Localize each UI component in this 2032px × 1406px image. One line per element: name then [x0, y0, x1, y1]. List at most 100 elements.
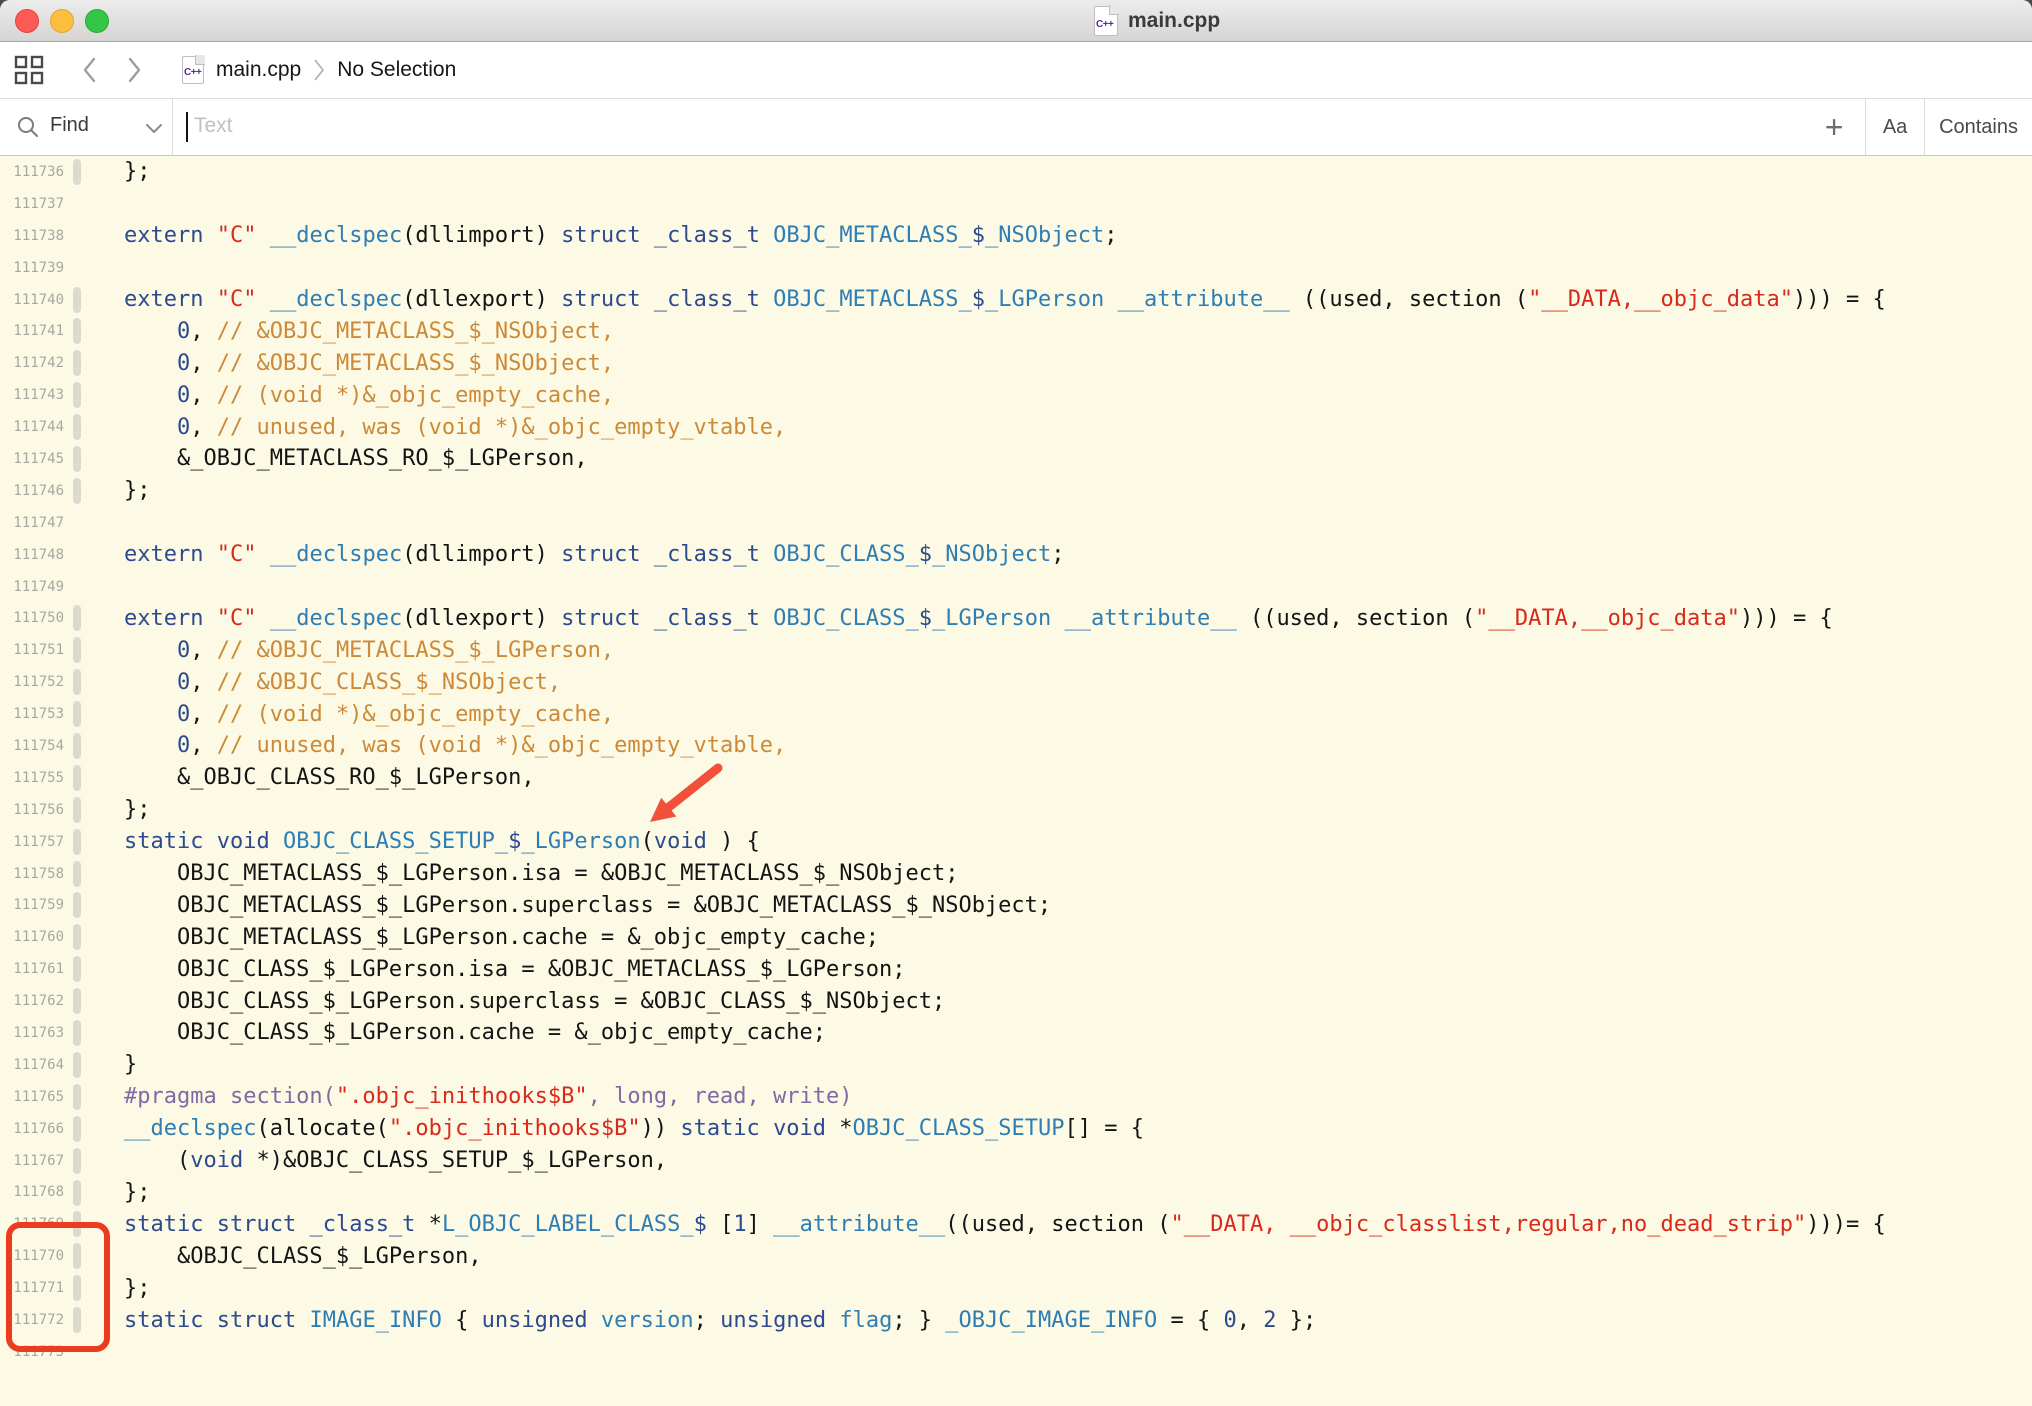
line-number: 111764 — [0, 1057, 64, 1073]
code-text: 0, // (void *)&_objc_empty_cache, — [124, 702, 614, 727]
line-number: 111768 — [0, 1184, 64, 1200]
gutter — [64, 953, 124, 985]
gutter — [64, 379, 124, 411]
code-text: }; — [124, 478, 151, 503]
code-line: 111766__declspec(allocate(".objc_inithoo… — [0, 1113, 2032, 1145]
chevron-down-icon[interactable] — [145, 123, 163, 134]
breadcrumb-file[interactable]: main.cpp — [216, 58, 301, 82]
code-line: 111743 0, // (void *)&_objc_empty_cache, — [0, 379, 2032, 411]
code-line: 111762 OBJC_CLASS_$_LGPerson.superclass … — [0, 985, 2032, 1017]
find-mode-dropdown[interactable]: Find — [50, 114, 89, 137]
search-input[interactable]: Text — [194, 114, 233, 138]
change-bar — [73, 733, 81, 759]
code-text: 0, // unused, was (void *)&_objc_empty_v… — [124, 415, 786, 440]
change-bar — [73, 765, 81, 791]
change-bar — [73, 414, 81, 440]
code-text: 0, // &OBJC_METACLASS_$_LGPerson, — [124, 638, 614, 663]
gutter — [64, 1113, 124, 1145]
code-text: OBJC_METACLASS_$_LGPerson.superclass = &… — [124, 893, 1051, 918]
code-line: 111748extern "C" __declspec(dllimport) s… — [0, 539, 2032, 571]
change-bar — [73, 1148, 81, 1174]
code-line: 111754 0, // unused, was (void *)&_objc_… — [0, 730, 2032, 762]
change-bar — [73, 350, 81, 376]
match-case-button[interactable]: Aa — [1866, 116, 1924, 139]
change-bar — [73, 478, 81, 504]
gutter — [64, 411, 124, 443]
close-button[interactable] — [15, 9, 39, 33]
change-bar — [73, 1211, 81, 1237]
forward-button-icon[interactable] — [127, 57, 142, 83]
line-number: 111742 — [0, 355, 64, 371]
related-items-grid-icon[interactable] — [14, 55, 44, 85]
code-text: } — [124, 1052, 137, 1077]
code-text: 0, // &OBJC_METACLASS_$_NSObject, — [124, 319, 614, 344]
code-text: }; — [124, 797, 151, 822]
code-text: static void OBJC_CLASS_SETUP_$_LGPerson(… — [124, 829, 760, 854]
gutter — [64, 666, 124, 698]
change-bar — [73, 988, 81, 1014]
code-editor[interactable]: 111736};111737111738extern "C" __declspe… — [0, 156, 2032, 1406]
cpp-file-icon: C++ — [182, 56, 204, 84]
code-text: &_OBJC_CLASS_RO_$_LGPerson, — [124, 765, 535, 790]
window-title-group: C++ main.cpp — [1094, 0, 1220, 41]
line-number: 111757 — [0, 834, 64, 850]
find-bar: Find Text + Aa Contains — [0, 99, 2032, 156]
change-bar — [73, 446, 81, 472]
change-bar — [73, 861, 81, 887]
line-number: 111766 — [0, 1121, 64, 1137]
line-number: 111769 — [0, 1216, 64, 1232]
change-bar — [73, 1180, 81, 1206]
line-number: 111737 — [0, 196, 64, 212]
gutter — [64, 1272, 124, 1304]
change-bar — [73, 669, 81, 695]
code-text: 0, // &OBJC_CLASS_$_NSObject, — [124, 670, 561, 695]
line-number: 111754 — [0, 738, 64, 754]
code-text: extern "C" __declspec(dllexport) struct … — [124, 287, 1886, 312]
line-number: 111751 — [0, 642, 64, 658]
line-number: 111748 — [0, 547, 64, 563]
breadcrumb-selection[interactable]: No Selection — [337, 58, 456, 82]
code-line: 111763 OBJC_CLASS_$_LGPerson.cache = &_o… — [0, 1017, 2032, 1049]
code-line: 111740extern "C" __declspec(dllexport) s… — [0, 284, 2032, 316]
line-number: 111760 — [0, 929, 64, 945]
code-line: 111753 0, // (void *)&_objc_empty_cache, — [0, 698, 2032, 730]
code-line: 111741 0, // &OBJC_METACLASS_$_NSObject, — [0, 315, 2032, 347]
code-line: 111756}; — [0, 794, 2032, 826]
window-controls — [15, 9, 109, 33]
gutter — [64, 698, 124, 730]
code-line: 111767 (void *)&OBJC_CLASS_SETUP_$_LGPer… — [0, 1145, 2032, 1177]
gutter — [64, 1208, 124, 1240]
text-cursor — [186, 112, 188, 142]
match-style-dropdown[interactable]: Contains — [1925, 116, 2032, 139]
line-number: 111770 — [0, 1248, 64, 1264]
gutter — [64, 1049, 124, 1081]
code-line: 111750extern "C" __declspec(dllexport) s… — [0, 602, 2032, 634]
gutter — [64, 188, 124, 220]
gutter — [64, 1145, 124, 1177]
line-number: 111762 — [0, 993, 64, 1009]
line-number: 111743 — [0, 387, 64, 403]
line-number: 111747 — [0, 515, 64, 531]
line-number: 111738 — [0, 228, 64, 244]
gutter — [64, 252, 124, 284]
add-search-term-button[interactable]: + — [1803, 101, 1865, 153]
gutter — [64, 826, 124, 858]
minimize-button[interactable] — [50, 9, 74, 33]
back-button-icon[interactable] — [82, 57, 97, 83]
change-bar — [73, 1020, 81, 1046]
change-bar — [73, 637, 81, 663]
code-text: OBJC_CLASS_$_LGPerson.superclass = &OBJC… — [124, 989, 945, 1014]
line-number: 111741 — [0, 323, 64, 339]
gutter — [64, 315, 124, 347]
code-text: }; — [124, 1180, 151, 1205]
zoom-button[interactable] — [85, 9, 109, 33]
line-number: 111772 — [0, 1312, 64, 1328]
gutter — [64, 1240, 124, 1272]
gutter — [64, 1336, 124, 1368]
code-line: 111769static struct _class_t *L_OBJC_LAB… — [0, 1208, 2032, 1240]
code-line: 111749 — [0, 571, 2032, 603]
code-line: 111746}; — [0, 475, 2032, 507]
line-number: 111749 — [0, 579, 64, 595]
search-icon — [16, 115, 40, 139]
gutter — [64, 921, 124, 953]
